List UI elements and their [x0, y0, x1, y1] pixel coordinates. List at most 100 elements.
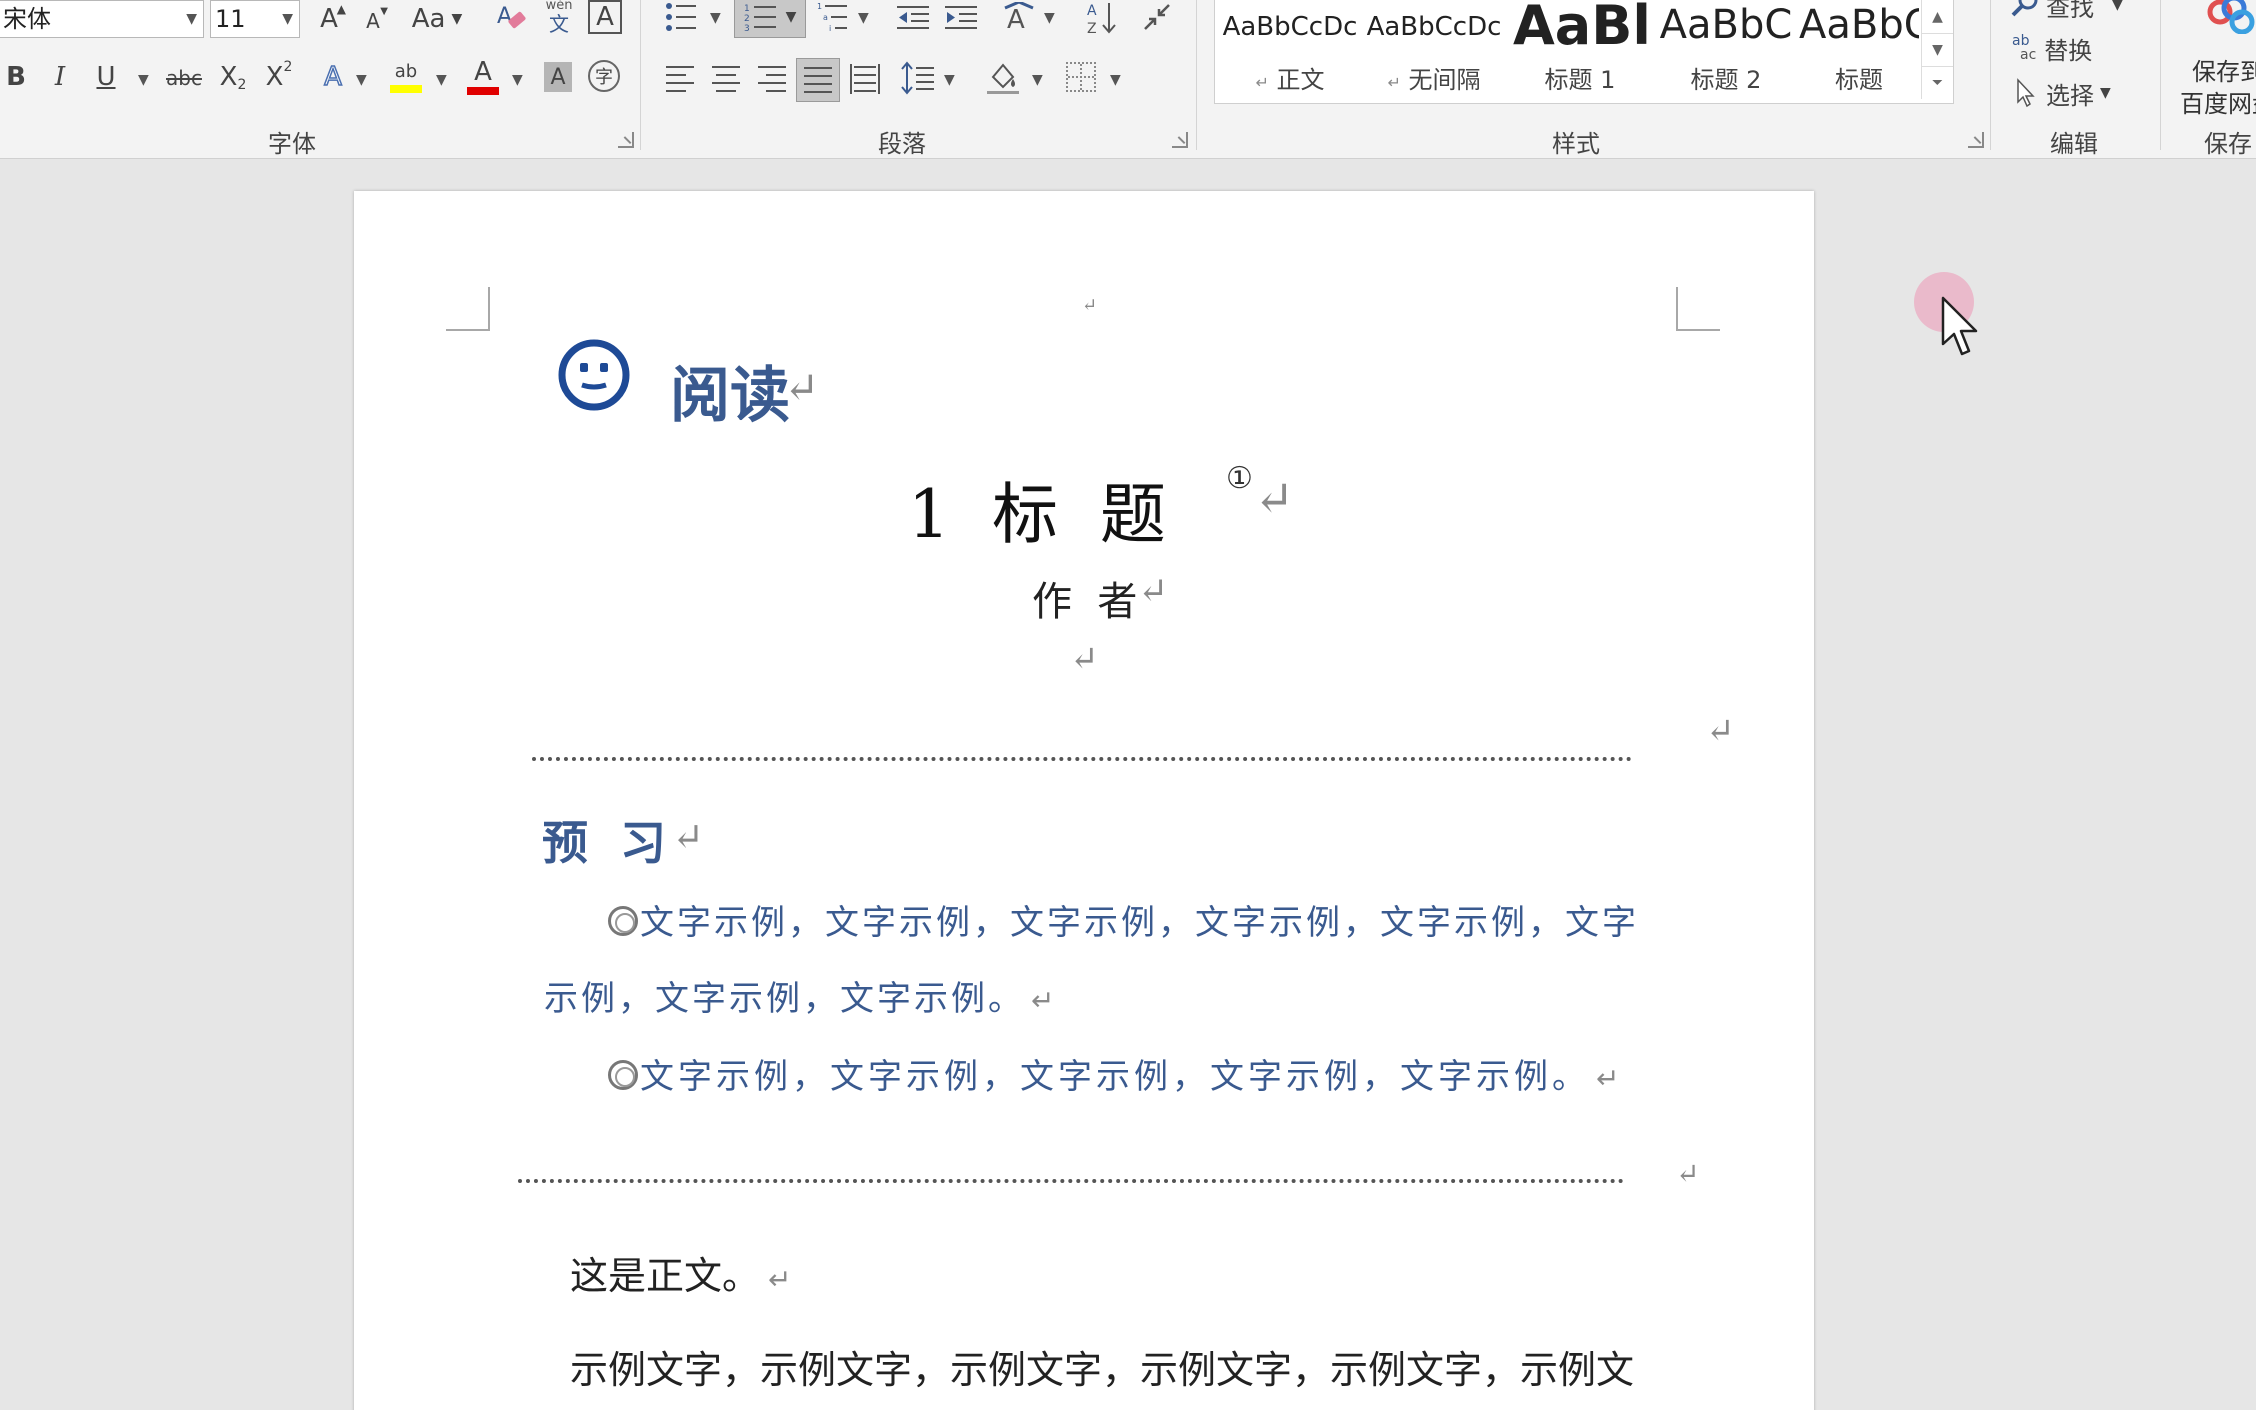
arrow-up-icon: ▲	[336, 2, 346, 16]
chevron-down-icon[interactable]: ▼	[138, 72, 149, 88]
paragraph-mark-icon: ↵	[768, 1263, 792, 1296]
svg-text:1: 1	[817, 2, 822, 11]
styles-dialog-launcher-icon[interactable]	[1968, 132, 1984, 148]
replace-button[interactable]: ab ac 替换	[2012, 30, 2092, 66]
paragraph-group-label: 段落	[878, 130, 926, 158]
line-spacing-button[interactable]	[900, 60, 936, 96]
document-author: 作 者	[1032, 579, 1138, 625]
font-color-button[interactable]: A	[466, 56, 500, 96]
shrink-font-button[interactable]: A ▼	[358, 6, 388, 36]
svg-text:A: A	[1007, 5, 1025, 32]
font-dialog-launcher-icon[interactable]	[618, 132, 634, 148]
paint-bucket-icon	[987, 63, 1019, 94]
distributed-button[interactable]	[850, 64, 880, 94]
group-divider	[2160, 0, 2161, 150]
group-divider	[640, 0, 641, 150]
subscript-button[interactable]: X2	[216, 60, 250, 94]
clear-formatting-button[interactable]: A	[494, 0, 530, 36]
paragraph-mark-icon: ↵	[1676, 1157, 1700, 1190]
text-direction-button[interactable]: A	[1002, 0, 1038, 34]
style-heading-2[interactable]: AaBbC 标题 2	[1655, 0, 1797, 100]
paragraph-dialog-launcher-icon[interactable]	[1172, 132, 1188, 148]
paragraph-mark-icon: ↵	[1082, 295, 1098, 316]
change-case-button[interactable]: Aa ▼	[410, 2, 464, 36]
decrease-indent-button[interactable]	[896, 2, 930, 34]
chevron-down-icon[interactable]: ▼	[512, 72, 523, 88]
style-no-spacing[interactable]: AaBbCcDc ↵ 无间隔	[1363, 0, 1505, 100]
bold-button[interactable]: B	[0, 60, 32, 94]
gallery-expand-icon[interactable]: ⏷	[1921, 66, 1953, 99]
underline-button[interactable]: U	[90, 60, 122, 94]
distributed-icon	[854, 66, 876, 92]
svg-text:2: 2	[744, 14, 750, 24]
increase-indent-button[interactable]	[944, 2, 978, 34]
gallery-scroll-up-icon[interactable]: ▲	[1921, 0, 1953, 33]
style-normal[interactable]: AaBbCcDc ↵ 正文	[1219, 0, 1361, 100]
chevron-down-icon[interactable]: ▼	[436, 72, 447, 88]
select-button[interactable]: 选择 ▼	[2014, 76, 2111, 110]
highlight-button[interactable]: ab	[388, 56, 424, 96]
line-spacing-icon	[901, 61, 934, 95]
font-size-combo[interactable]: 11 ▼	[210, 0, 300, 38]
italic-button[interactable]: I	[44, 60, 76, 94]
svg-text:i: i	[829, 24, 831, 33]
align-left-icon[interactable]	[666, 66, 694, 92]
group-divider	[1990, 0, 1991, 150]
logo-text: 阅读	[670, 361, 790, 431]
style-heading-1[interactable]: AaBl 标题 1	[1509, 0, 1651, 100]
strikethrough-button[interactable]: abc	[164, 62, 204, 94]
font-size-value: 11	[215, 5, 246, 33]
show-marks-button[interactable]	[1140, 0, 1174, 34]
svg-text:A: A	[1087, 3, 1097, 19]
borders-button[interactable]	[1066, 62, 1096, 92]
chevron-down-icon[interactable]: ▼	[944, 72, 955, 88]
title-footnote-mark: ①	[1226, 461, 1253, 496]
chevron-down-icon[interactable]: ▼	[356, 72, 367, 88]
numbering-button[interactable]: 1 2 3 ▼	[734, 0, 806, 38]
group-divider	[1196, 0, 1197, 150]
chevron-down-icon[interactable]: ▼	[1032, 72, 1043, 88]
chevron-down-icon: ▼	[785, 9, 797, 25]
eraser-icon: A	[497, 4, 526, 29]
style-title[interactable]: AaBbC 标题	[1799, 0, 1919, 100]
collapse-icon	[1144, 4, 1170, 30]
grow-font-button[interactable]: A ▲	[312, 2, 346, 36]
sort-icon: A Z	[1087, 3, 1116, 35]
phonetic-guide-button[interactable]: wén 文	[542, 0, 576, 36]
gallery-scroll-down-icon[interactable]: ▼	[1921, 33, 1953, 66]
sort-button[interactable]: A Z	[1086, 0, 1120, 36]
text-effects-button[interactable]: A	[316, 60, 350, 94]
arrow-down-icon: ▼	[380, 6, 388, 17]
superscript-button[interactable]: X2	[262, 59, 296, 94]
font-group-label: 字体	[268, 130, 316, 158]
multilevel-list-button[interactable]: 1 a i	[816, 0, 850, 34]
bullet-item-1-continued: 示例，文字示例，文字示例。 ↵	[544, 971, 1057, 1020]
chevron-down-icon[interactable]: ▼	[1110, 72, 1121, 88]
styles-gallery: AaBbCcDc ↵ 正文 AaBbCcDc ↵ 无间隔 AaBl 标题 1 A…	[1214, 0, 1954, 104]
magnifier-icon	[2011, 0, 2038, 17]
font-name-combo[interactable]: 宋体 ▼	[0, 0, 204, 38]
character-border-button[interactable]: A	[588, 0, 622, 34]
bullets-button[interactable]	[664, 0, 698, 34]
justify-button[interactable]	[796, 58, 840, 102]
chevron-down-icon[interactable]: ▼	[1044, 10, 1055, 26]
highlight-color-bar	[390, 85, 422, 93]
chevron-down-icon[interactable]: ▼	[710, 10, 721, 26]
character-shading-button[interactable]: A	[544, 62, 572, 92]
svg-text:Z: Z	[1087, 21, 1097, 35]
svg-text:a: a	[823, 13, 828, 22]
find-button[interactable]: 查找 ▼	[2010, 0, 2123, 22]
mouse-pointer-icon	[1941, 296, 1978, 356]
align-right-icon[interactable]	[758, 66, 786, 92]
bullet-1-line-1: 文字示例，文字示例，文字示例，文字示例，文字示例，文字	[640, 903, 1639, 943]
text-direction-icon: A	[1004, 2, 1034, 32]
shading-button[interactable]	[986, 60, 1020, 96]
enclose-characters-button[interactable]: 字	[588, 60, 620, 92]
chevron-down-icon[interactable]: ▼	[858, 10, 869, 26]
paragraph-mark-icon: ↵	[1387, 73, 1401, 92]
decrease-indent-icon	[897, 6, 929, 29]
align-center-icon[interactable]	[712, 66, 740, 92]
save-to-baidu-button[interactable]: 保存到 百度网盘	[2176, 0, 2256, 118]
paragraph-mark-icon: ↵	[1254, 471, 1295, 527]
document-page[interactable]: ↵ 阅读 ↵ 1 标 题 ① ↵ 作 者 ↵ ↵ ↵ 预 习 ↵ 文字示例，文字…	[354, 191, 1814, 1410]
